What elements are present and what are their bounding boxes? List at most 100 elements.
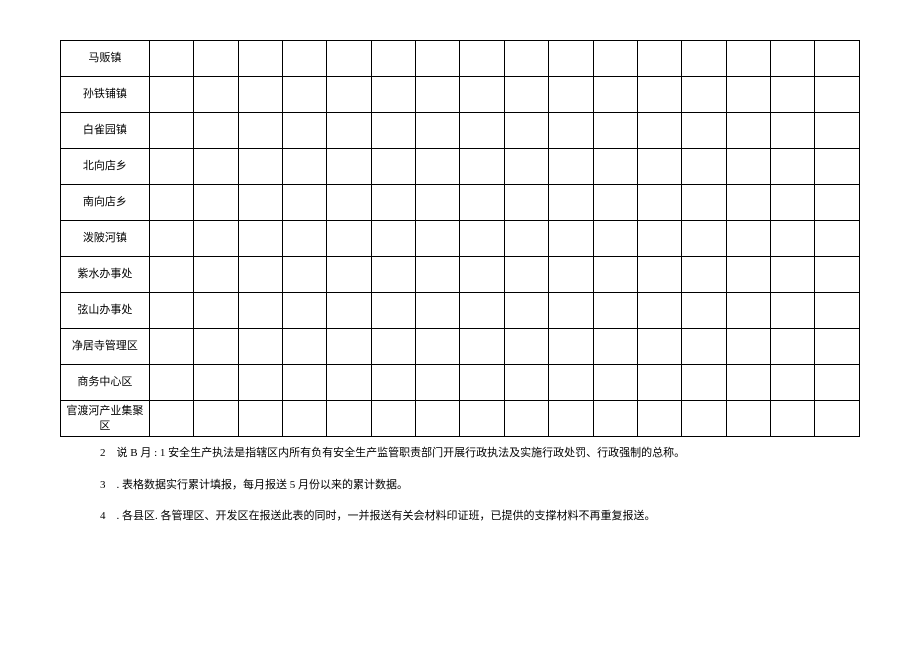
table-row: 净居寺管理区: [61, 329, 860, 365]
data-cell: [771, 41, 815, 77]
table-row: 南向店乡: [61, 185, 860, 221]
data-cell: [149, 149, 193, 185]
data-cell: [460, 293, 504, 329]
data-cell: [194, 185, 238, 221]
row-label: 紫水办事处: [61, 257, 150, 293]
data-cell: [771, 257, 815, 293]
data-cell: [771, 293, 815, 329]
data-cell: [682, 329, 726, 365]
data-cell: [149, 293, 193, 329]
data-cell: [149, 257, 193, 293]
data-cell: [327, 293, 371, 329]
table-row: 泼陂河镇: [61, 221, 860, 257]
data-cell: [149, 77, 193, 113]
data-cell: [194, 365, 238, 401]
data-cell: [282, 221, 326, 257]
data-cell: [549, 149, 593, 185]
data-cell: [593, 257, 637, 293]
data-cell: [238, 185, 282, 221]
data-cell: [194, 77, 238, 113]
data-cell: [327, 113, 371, 149]
data-cell: [149, 221, 193, 257]
row-label: 净居寺管理区: [61, 329, 150, 365]
data-cell: [416, 329, 460, 365]
data-cell: [771, 185, 815, 221]
data-cell: [371, 41, 415, 77]
footnotes: 2 说 B 月 : 1 安全生产执法是指辖区内所有负有安全生产监管职责部门开展行…: [60, 445, 860, 526]
data-cell: [682, 77, 726, 113]
data-cell: [371, 77, 415, 113]
data-cell: [549, 77, 593, 113]
data-cell: [549, 221, 593, 257]
data-cell: [637, 221, 681, 257]
data-cell: [815, 221, 860, 257]
row-label: 孙铁铺镇: [61, 77, 150, 113]
data-cell: [327, 185, 371, 221]
data-cell: [637, 257, 681, 293]
data-cell: [726, 293, 770, 329]
data-cell: [194, 329, 238, 365]
data-cell: [460, 257, 504, 293]
data-cell: [194, 149, 238, 185]
data-cell: [815, 185, 860, 221]
data-cell: [416, 149, 460, 185]
data-cell: [238, 257, 282, 293]
data-cell: [815, 365, 860, 401]
data-cell: [815, 41, 860, 77]
data-cell: [815, 401, 860, 437]
data-cell: [149, 401, 193, 437]
data-cell: [416, 365, 460, 401]
data-cell: [371, 257, 415, 293]
data-cell: [460, 221, 504, 257]
data-cell: [771, 221, 815, 257]
data-cell: [282, 185, 326, 221]
data-cell: [726, 401, 770, 437]
data-cell: [549, 293, 593, 329]
data-cell: [460, 113, 504, 149]
row-label: 北向店乡: [61, 149, 150, 185]
data-cell: [504, 149, 548, 185]
data-cell: [194, 293, 238, 329]
table-row: 官渡河产业集聚区: [61, 401, 860, 437]
data-cell: [549, 401, 593, 437]
data-cell: [460, 185, 504, 221]
data-cell: [282, 149, 326, 185]
data-cell: [549, 257, 593, 293]
data-cell: [637, 329, 681, 365]
data-cell: [504, 221, 548, 257]
note-2: 3 . 表格数据实行累计填报，每月报送 5 月份以来的累计数据。: [100, 477, 860, 495]
data-cell: [593, 221, 637, 257]
data-cell: [593, 185, 637, 221]
data-cell: [238, 221, 282, 257]
data-cell: [726, 365, 770, 401]
data-cell: [549, 365, 593, 401]
data-cell: [282, 365, 326, 401]
data-cell: [238, 149, 282, 185]
data-cell: [682, 365, 726, 401]
data-cell: [637, 293, 681, 329]
data-cell: [194, 41, 238, 77]
data-cell: [327, 257, 371, 293]
data-cell: [327, 41, 371, 77]
data-cell: [593, 113, 637, 149]
data-cell: [815, 329, 860, 365]
data-cell: [771, 401, 815, 437]
data-cell: [282, 257, 326, 293]
data-cell: [194, 221, 238, 257]
data-cell: [815, 77, 860, 113]
data-cell: [194, 401, 238, 437]
data-cell: [815, 113, 860, 149]
data-cell: [149, 185, 193, 221]
data-cell: [771, 329, 815, 365]
data-cell: [593, 365, 637, 401]
data-cell: [460, 401, 504, 437]
data-cell: [282, 329, 326, 365]
row-label: 泼陂河镇: [61, 221, 150, 257]
data-cell: [416, 401, 460, 437]
data-cell: [460, 149, 504, 185]
data-cell: [460, 77, 504, 113]
note-1: 2 说 B 月 : 1 安全生产执法是指辖区内所有负有安全生产监管职责部门开展行…: [100, 445, 860, 463]
data-cell: [682, 41, 726, 77]
data-cell: [149, 113, 193, 149]
data-cell: [771, 113, 815, 149]
